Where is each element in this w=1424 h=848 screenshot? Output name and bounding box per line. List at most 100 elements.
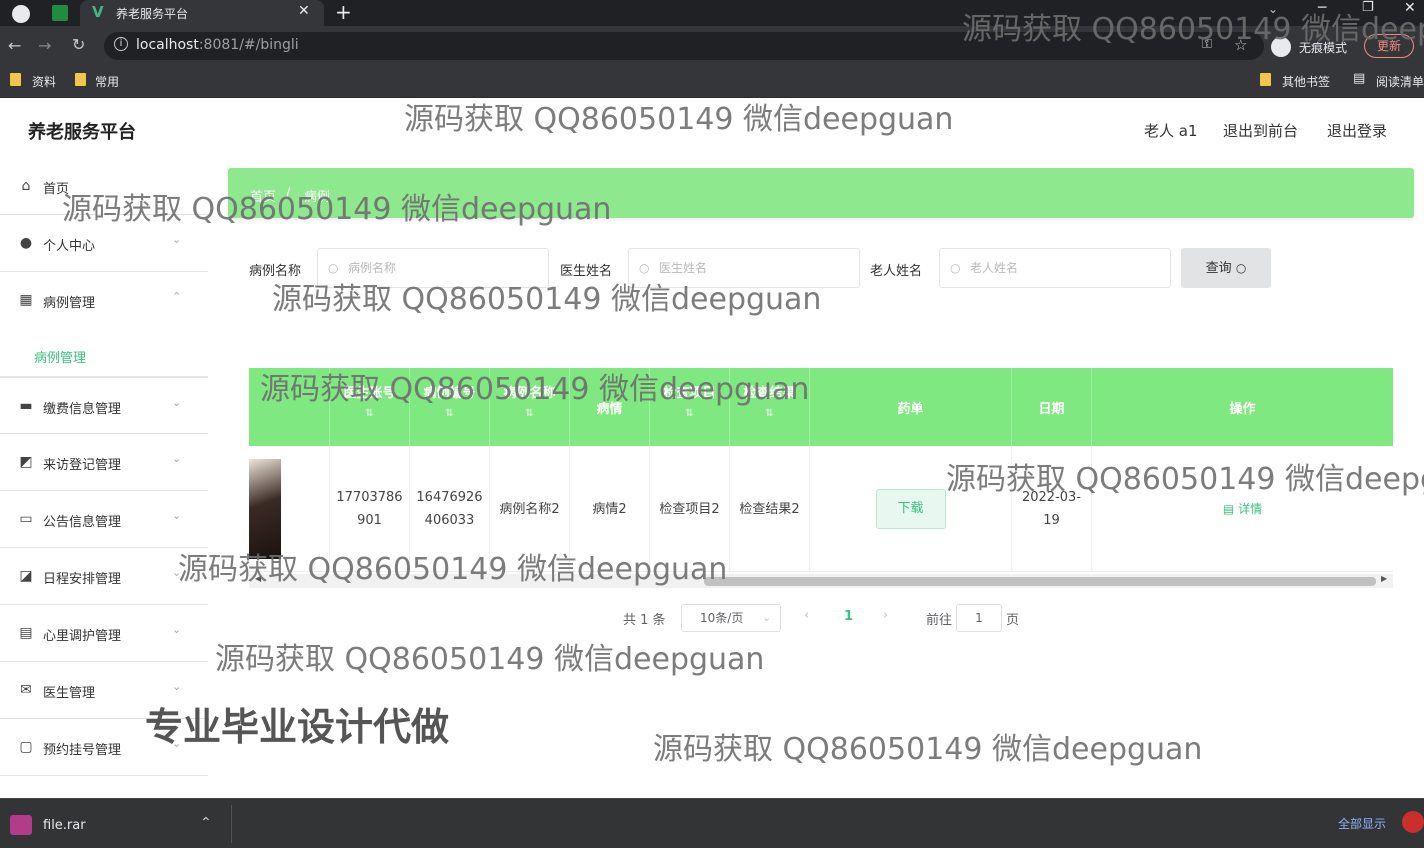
detail-link[interactable]: ▤ 详情 <box>1223 498 1262 521</box>
case-name-input[interactable]: ○ 病例名称 <box>317 248 549 288</box>
sidebar-item-appointments[interactable]: ▢ 预约挂号管理 ⌄ <box>0 719 208 776</box>
table-row: 17703786901 16476926406033 病例名称2 病情2 检查项… <box>249 446 1393 572</box>
th-photo <box>249 368 330 446</box>
elder-photo <box>249 459 281 559</box>
reload-icon[interactable]: ↻ <box>72 37 85 53</box>
bookmark-reading-list[interactable]: 阅读清单 <box>1376 73 1424 90</box>
new-tab-icon[interactable]: + <box>335 0 352 24</box>
th-check-item[interactable]: 检查项目 ⇅ <box>650 368 730 446</box>
address-bar[interactable]: i localhost:8081/#/bingli ⚿ ☆ <box>104 32 1264 60</box>
th-prescription[interactable]: 药单 <box>810 368 1012 446</box>
chevron-up-icon: ⌃ <box>172 290 182 303</box>
sidebar-item-schedule[interactable]: ◪ 日程安排管理 ⌄ <box>0 548 208 605</box>
goto-page-input[interactable]: 1 <box>956 604 1002 632</box>
back-to-front-link[interactable]: 退出到前台 <box>1223 120 1298 141</box>
next-page-icon[interactable]: › <box>883 608 888 623</box>
forward-icon[interactable]: → <box>38 38 51 54</box>
table-hscrollbar[interactable]: ◀ ▶ <box>249 574 1393 588</box>
doc-icon: ▤ <box>1222 501 1235 516</box>
window-close-icon[interactable]: ✕ <box>1404 0 1416 16</box>
sheet-tab-icon[interactable] <box>52 5 68 21</box>
downloads-bar: file.rar ⌃ 全部显示 <box>0 798 1424 848</box>
chevron-down-icon: ⌄ <box>172 233 182 246</box>
sidebar-subitem-cases[interactable]: 病例管理 <box>0 329 208 377</box>
star-icon[interactable]: ☆ <box>1234 36 1247 54</box>
td-actions: ▤ 详情 <box>1092 446 1393 572</box>
card-icon: ▬ <box>19 398 33 414</box>
watermark: 源码获取 QQ86050149 微信deepguan <box>653 732 1203 767</box>
breadcrumb-home[interactable]: 首页 <box>250 186 276 205</box>
td-check-item: 检查项目2 <box>650 446 730 572</box>
td-doctor-account: 17703786901 <box>330 446 410 572</box>
breadcrumb: 首页 / 病例 <box>228 168 1414 218</box>
th-date[interactable]: 日期 <box>1012 368 1092 446</box>
chevron-down-icon: ⌄ <box>172 680 182 693</box>
show-all-button[interactable]: 全部显示 <box>1328 811 1396 837</box>
page-1[interactable]: 1 <box>844 609 853 624</box>
update-button[interactable]: 更新 <box>1364 34 1414 58</box>
sidebar-item-label: 公告信息管理 <box>43 515 122 530</box>
th-condition[interactable]: 病情 <box>570 368 650 446</box>
archive-icon <box>10 815 32 835</box>
td-case-name: 病例名称2 <box>490 446 570 572</box>
download-button[interactable]: 下载 <box>875 489 946 529</box>
doctor-name-placeholder: 医生姓名 <box>659 261 708 275</box>
sidebar-item-label: 医生管理 <box>43 686 96 701</box>
bookmark-other[interactable]: 其他书签 <box>1282 73 1330 90</box>
browser-menu-icon[interactable] <box>12 5 30 23</box>
incognito-icon <box>1271 37 1291 57</box>
elder-name-input[interactable]: ○ 老人姓名 <box>939 248 1171 288</box>
breadcrumb-separator: / <box>286 186 291 201</box>
elder-name-placeholder: 老人姓名 <box>970 261 1019 275</box>
sidebar-item-home[interactable]: ⌂ 首页 <box>0 158 208 215</box>
th-case-name[interactable]: 病例名称 ⇅ <box>490 368 570 446</box>
th-check-result[interactable]: 检查结果 ⇅ <box>730 368 810 446</box>
td-photo <box>249 446 330 572</box>
sidebar-item-label: 缴费信息管理 <box>43 402 122 417</box>
page-size-select[interactable]: 10条/页 ⌄ <box>681 604 781 632</box>
sidebar: ⌂ 首页 ● 个人中心 ⌄ ▦ 病例管理 ⌃ 病例管理 ▬ 缴费信息管理 ⌄ ◩… <box>0 158 208 798</box>
bookmark-ziliao[interactable]: 资料 <box>32 73 56 90</box>
bookmark-changyong[interactable]: 常用 <box>95 73 119 90</box>
th-case-no[interactable]: 病例编号 ⇅ <box>410 368 490 446</box>
tab-close-icon[interactable]: ✕ <box>298 3 310 19</box>
tab-search-icon[interactable]: ⌄ <box>1268 2 1278 16</box>
search-label-case-name: 病例名称 <box>249 264 302 279</box>
key-icon[interactable]: ⚿ <box>1202 37 1212 52</box>
download-filename[interactable]: file.rar <box>43 818 86 833</box>
app-main: 养老服务平台 老人 a1 退出到前台 退出登录 ⌂ 首页 ● 个人中心 ⌄ ▦ … <box>0 98 1424 798</box>
brand-title: 养老服务平台 <box>28 122 136 143</box>
sidebar-item-cases[interactable]: ▦ 病例管理 ⌃ <box>0 272 208 329</box>
scroll-thumb[interactable] <box>704 577 1376 586</box>
back-icon[interactable]: ← <box>8 38 21 54</box>
chevron-up-icon[interactable]: ⌃ <box>200 815 212 831</box>
prev-page-icon[interactable]: ‹ <box>804 608 809 623</box>
sidebar-item-psych[interactable]: ▤ 心里调护管理 ⌄ <box>0 605 208 662</box>
sidebar-item-payment[interactable]: ▬ 缴费信息管理 ⌄ <box>0 377 208 434</box>
th-doctor-account[interactable]: 医生账号 ⇅ <box>330 368 410 446</box>
browser-tab-active[interactable]: V 养老服务平台 ✕ <box>80 0 324 26</box>
td-condition: 病情2 <box>570 446 650 572</box>
page-size-value: 10条/页 <box>700 611 744 625</box>
doctor-name-input[interactable]: ○ 医生姓名 <box>628 248 860 288</box>
incognito-label[interactable]: 无痕模式 <box>1299 39 1347 56</box>
sidebar-item-visits[interactable]: ◩ 来访登记管理 ⌄ <box>0 434 208 491</box>
cases-table: 医生账号 ⇅ 病例编号 ⇅ 病例名称 ⇅ 病情 检查项目 ⇅ 检查结果 ⇅ 药单 日期 操… <box>249 368 1393 592</box>
sidebar-item-personal[interactable]: ● 个人中心 ⌄ <box>0 215 208 272</box>
query-button[interactable]: 查询 ○ <box>1181 248 1271 288</box>
user-link[interactable]: 老人 a1 <box>1144 120 1198 141</box>
scroll-left-icon[interactable]: ◀ <box>255 574 261 583</box>
chevron-down-icon: ⌄ <box>762 611 772 624</box>
home-icon: ⌂ <box>21 178 31 194</box>
logout-link[interactable]: 退出登录 <box>1327 120 1387 141</box>
restore-icon[interactable]: ❐ <box>1362 0 1374 15</box>
query-label: 查询 <box>1205 261 1232 276</box>
browser-toolbar: ← → ↻ i localhost:8081/#/bingli ⚿ ☆ 无痕模式… <box>0 26 1424 66</box>
info-icon: i <box>114 37 128 51</box>
watermark: 源码获取 QQ86050149 微信deepguan <box>404 102 954 137</box>
scroll-right-icon[interactable]: ▶ <box>1381 574 1387 583</box>
sidebar-item-notices[interactable]: ▭ 公告信息管理 ⌄ <box>0 491 208 548</box>
sidebar-item-doctors[interactable]: ✉ 医生管理 ⌄ <box>0 662 208 719</box>
search-label-doctor: 医生姓名 <box>560 264 613 279</box>
minimize-icon[interactable]: ─ <box>1318 0 1326 16</box>
